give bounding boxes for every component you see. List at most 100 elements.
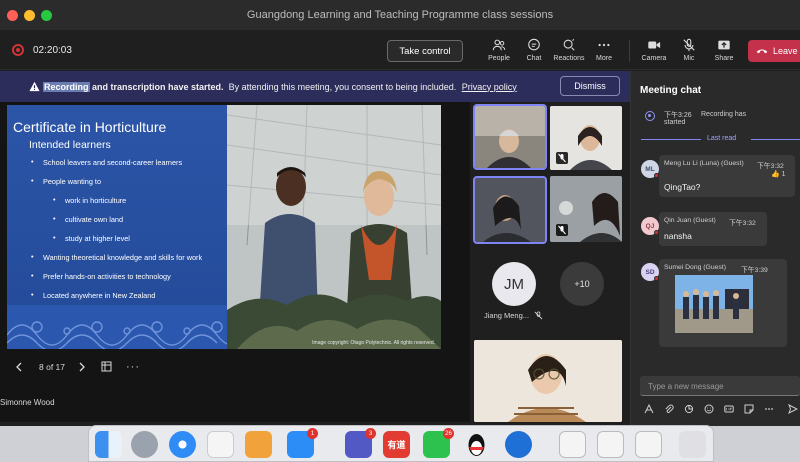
- format-icon[interactable]: [644, 404, 654, 414]
- shared-photo-thumbnail[interactable]: [675, 275, 753, 333]
- send-icon[interactable]: [788, 404, 798, 414]
- next-slide-button[interactable]: [77, 362, 87, 372]
- quicktime-icon[interactable]: [505, 431, 532, 458]
- participant-video: [475, 106, 545, 168]
- self-video-tile[interactable]: [474, 340, 622, 422]
- koru-pattern-decoration: [7, 305, 227, 349]
- chat-icon: [528, 38, 540, 51]
- system-message-text: Recording has: [701, 111, 747, 118]
- reminders-icon[interactable]: [207, 431, 234, 458]
- window-thumbnail[interactable]: [635, 431, 662, 458]
- attach-icon[interactable]: [664, 404, 674, 414]
- recording-banner: Recording and transcription have started…: [0, 71, 630, 102]
- warning-icon: [29, 81, 40, 92]
- participant-name: Jiang Meng...: [484, 311, 530, 320]
- leave-button[interactable]: Leave: [748, 40, 800, 62]
- recording-icon: [12, 44, 24, 56]
- presentation-slide: Certificate in Horticulture Intended lea…: [7, 105, 441, 349]
- participant-video-tile[interactable]: [473, 104, 547, 170]
- chat-message[interactable]: Meng Lu Li (Luna) (Guest) 下午3:32 QingTao…: [659, 155, 795, 197]
- chat-button[interactable]: Chat: [516, 36, 552, 68]
- meeting-chat-panel: Meeting chat 下午3:26 Recording has starte…: [630, 71, 800, 426]
- image-copyright: Image copyright: Otago Polytechnic. All …: [312, 340, 435, 346]
- greenhouse-photo: Image copyright: Otago Polytechnic. All …: [227, 105, 441, 349]
- sticker-icon[interactable]: [744, 404, 754, 414]
- microsoft-teams-icon[interactable]: 3: [345, 428, 376, 458]
- window-title: Guangdong Learning and Teaching Programm…: [246, 9, 554, 21]
- dismiss-button[interactable]: Dismiss: [560, 76, 620, 96]
- participant-video-tile[interactable]: [473, 176, 547, 244]
- more-icon: [598, 43, 610, 47]
- thumbs-up-reaction[interactable]: 👍 1: [771, 170, 786, 178]
- recording-status-icon: [645, 111, 655, 121]
- reactions-icon: [563, 38, 575, 51]
- safari-icon[interactable]: [169, 431, 196, 458]
- phone-hangup-icon: [756, 49, 768, 54]
- share-icon: [718, 40, 730, 50]
- presenter-name: Simonne Wood: [0, 398, 55, 407]
- more-button[interactable]: More: [586, 36, 622, 68]
- slide-text-panel: Certificate in Horticulture Intended lea…: [7, 105, 227, 349]
- shared-content-stage: Certificate in Horticulture Intended lea…: [0, 102, 470, 422]
- participant-video: [475, 178, 545, 242]
- slide-sub-bullet: study at higher level: [53, 233, 130, 243]
- gif-icon[interactable]: [724, 404, 734, 414]
- window-thumbnail[interactable]: [559, 431, 586, 458]
- mic-muted-icon: [556, 152, 568, 164]
- slide-bullet: Wanting theoretical knowledge and skills…: [31, 252, 202, 262]
- slide-page-indicator: 8 of 17: [39, 362, 65, 372]
- emoji-icon[interactable]: [704, 404, 714, 414]
- previous-slide-button[interactable]: [14, 362, 24, 372]
- loop-icon[interactable]: [684, 404, 694, 414]
- message-input[interactable]: [640, 377, 800, 396]
- app-store-icon[interactable]: 1: [287, 428, 318, 458]
- meeting-timer: 02:20:03: [33, 45, 72, 56]
- qq-penguin-icon: [468, 434, 485, 456]
- toolbar-divider: [629, 40, 630, 62]
- more-options-icon[interactable]: [764, 404, 774, 414]
- people-icon: [492, 39, 506, 51]
- mic-muted-icon: [556, 224, 568, 236]
- wechat-icon[interactable]: 26: [423, 428, 454, 458]
- youdao-dictionary-icon[interactable]: 有道: [383, 431, 410, 458]
- macos-dock: 1 3 有道 26: [88, 425, 714, 462]
- participant-video-tile[interactable]: [550, 176, 622, 242]
- window-thumbnail[interactable]: [597, 431, 624, 458]
- slide-more-options-button[interactable]: ···: [126, 361, 140, 373]
- chat-compose-box[interactable]: [640, 376, 800, 396]
- camera-button[interactable]: Camera: [636, 36, 672, 68]
- finder-icon[interactable]: [95, 431, 122, 458]
- last-read-divider: Last read: [641, 135, 800, 145]
- participant-video-tile[interactable]: [550, 106, 622, 170]
- slide-sub-bullet: work in horticulture: [53, 195, 126, 205]
- slide-title: Certificate in Horticulture: [13, 119, 167, 135]
- participant-avatar[interactable]: JM: [492, 262, 536, 306]
- pages-icon[interactable]: [245, 431, 272, 458]
- qq-icon[interactable]: [463, 431, 490, 458]
- mic-button[interactable]: Mic: [671, 36, 707, 68]
- trash-icon[interactable]: [679, 431, 706, 458]
- greenhouse-image: [227, 105, 441, 349]
- slide-subtitle: Intended learners: [29, 139, 111, 151]
- slide-bullet: Prefer hands-on activities to technology: [31, 271, 171, 281]
- slide-bullet: People wanting to: [31, 176, 101, 186]
- chat-message[interactable]: Qin Juan (Guest) 下午3:32 nansha: [659, 212, 767, 246]
- more-participants-button[interactable]: +10: [560, 262, 604, 306]
- slide-overview-button[interactable]: [101, 361, 112, 372]
- people-button[interactable]: People: [481, 36, 517, 68]
- camera-icon: [648, 41, 661, 49]
- launchpad-icon[interactable]: [131, 431, 158, 458]
- chat-message[interactable]: Sumei Dong (Guest) 下午3:39: [659, 259, 787, 347]
- banner-text: Recording and transcription have started…: [43, 81, 517, 92]
- share-button[interactable]: Share: [706, 36, 742, 68]
- meeting-toolbar: 02:20:03 Take control People Chat Reacti…: [0, 30, 800, 70]
- reactions-button[interactable]: Reactions: [551, 36, 587, 68]
- notification-badge: 3: [365, 428, 376, 439]
- privacy-policy-link[interactable]: Privacy policy: [462, 82, 517, 92]
- take-control-button[interactable]: Take control: [387, 40, 463, 62]
- mic-muted-icon: [534, 311, 543, 320]
- chat-title: Meeting chat: [640, 85, 702, 96]
- system-message-text-continued: started: [664, 119, 686, 126]
- slide-bullet: School leavers and second-career learner…: [31, 157, 182, 167]
- thumbs-up-icon: 👍: [771, 171, 780, 178]
